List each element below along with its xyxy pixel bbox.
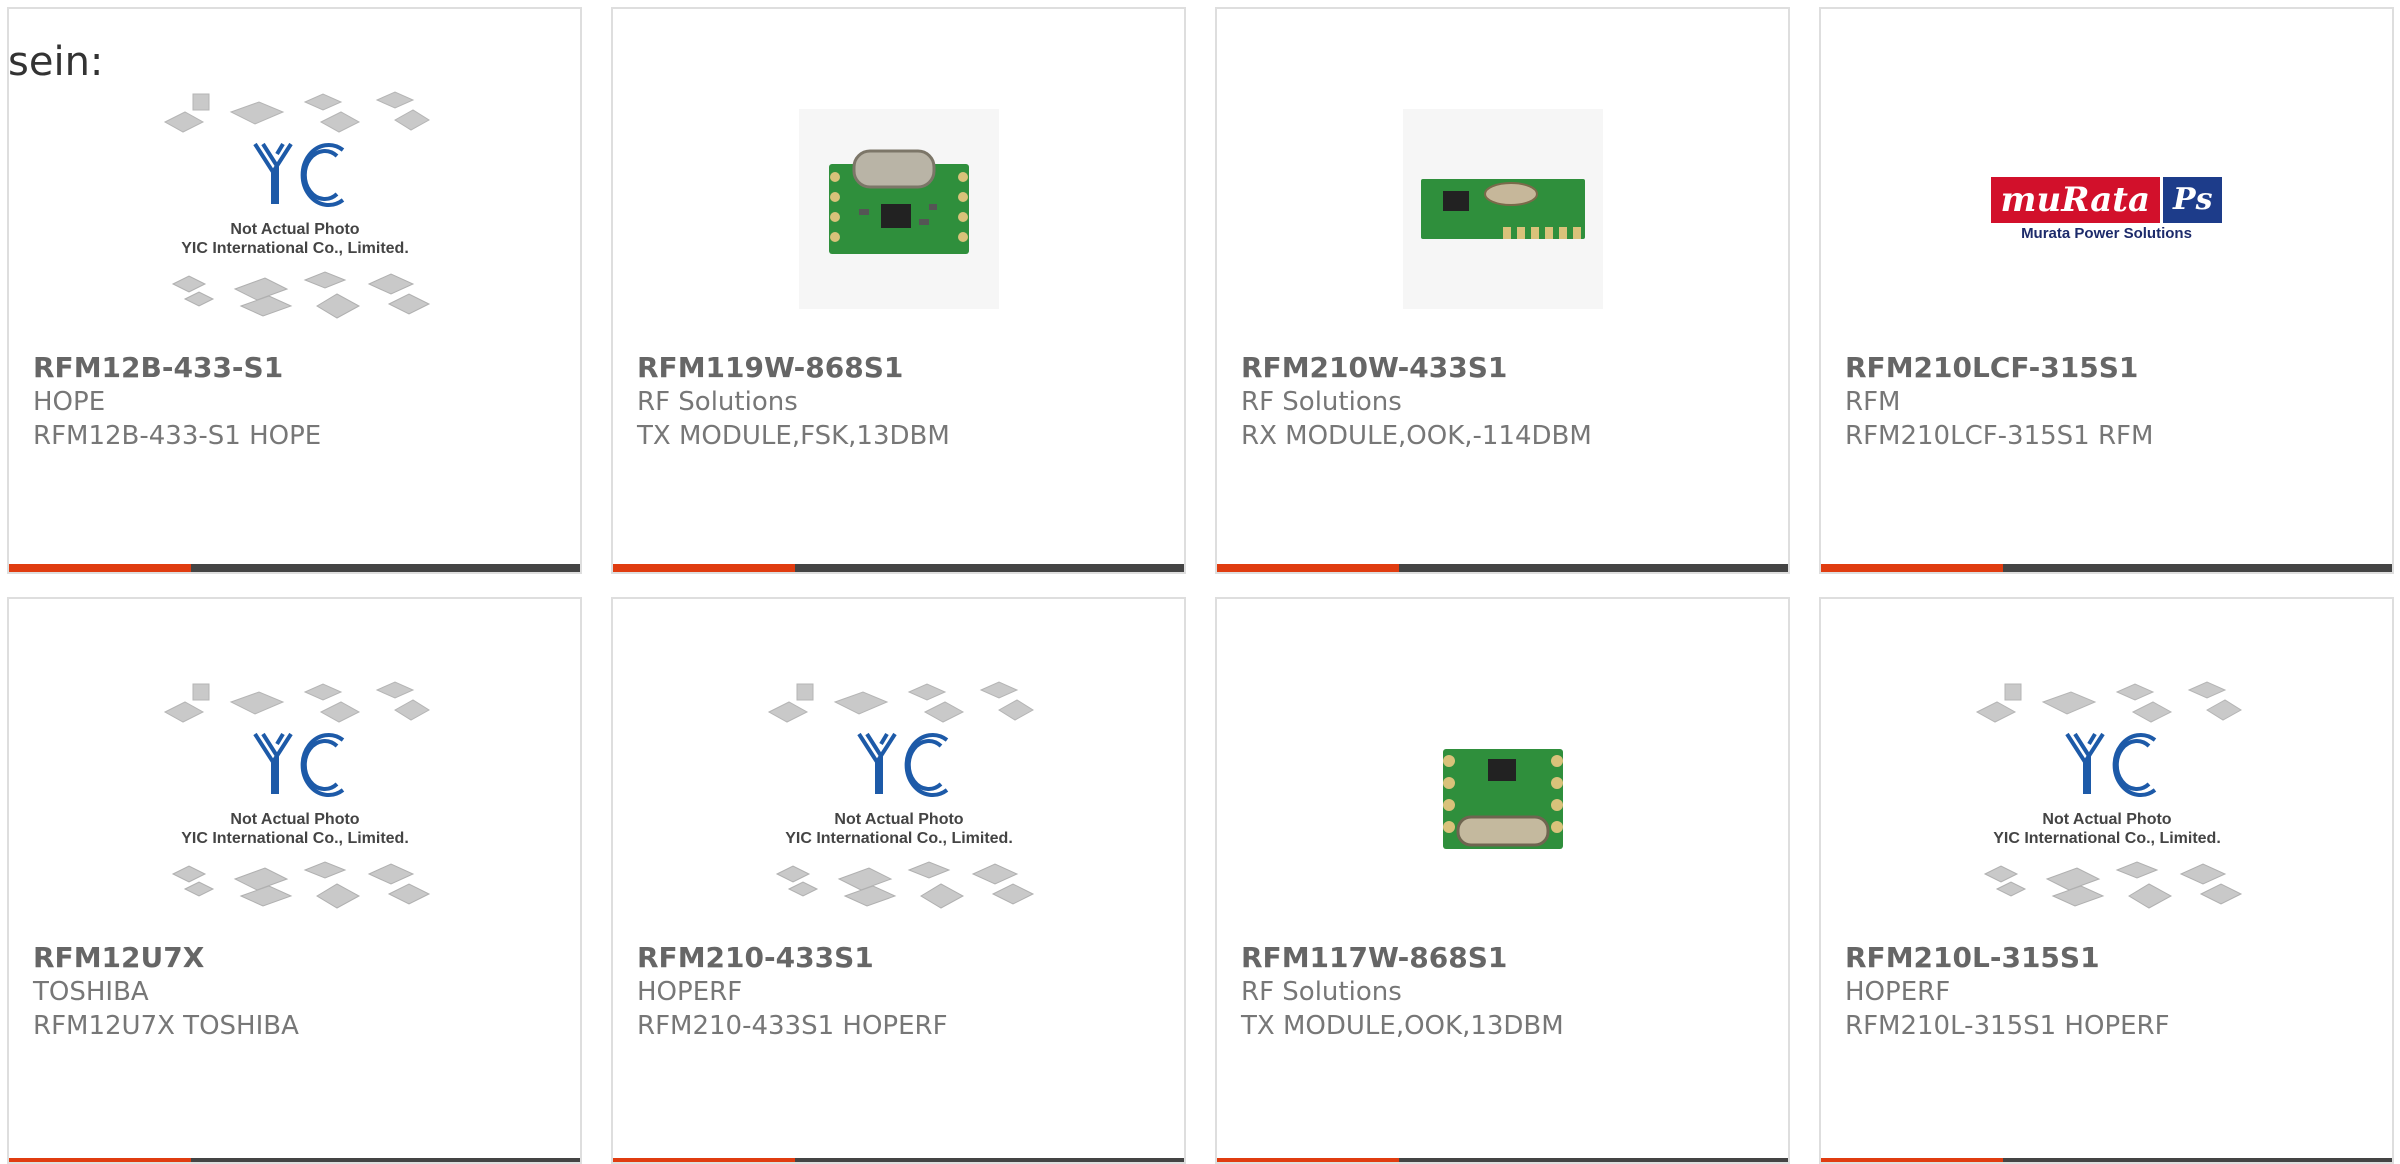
product-card[interactable]: Not Actual Photo YIC International Co., L… bbox=[7, 597, 582, 1164]
product-image-placeholder: Not Actual Photo YIC International Co., L… bbox=[1821, 659, 2392, 939]
product-manufacturer: RF Solutions bbox=[1241, 387, 1402, 417]
product-manufacturer: HOPERF bbox=[637, 977, 743, 1007]
pcb-module-icon bbox=[1402, 699, 1603, 899]
card-footer-bar bbox=[1821, 1158, 2392, 1162]
product-image bbox=[613, 69, 1184, 349]
card-accent bbox=[1821, 1158, 2003, 1162]
card-accent bbox=[613, 1158, 795, 1162]
pcb-module-icon bbox=[798, 109, 999, 309]
card-accent bbox=[1217, 1158, 1399, 1162]
product-part-number[interactable]: RFM119W-868S1 bbox=[637, 351, 1164, 385]
manufacturer-logo: muRata Ps Murata Power Solutions bbox=[1821, 69, 2392, 349]
product-part-number[interactable]: RFM12U7X bbox=[33, 941, 560, 975]
product-part-number[interactable]: RFM117W-868S1 bbox=[1241, 941, 1768, 975]
product-description: RFM210LCF-315S1 RFM bbox=[1845, 421, 2154, 451]
product-description: RFM12B-433-S1 HOPE bbox=[33, 421, 322, 451]
product-card[interactable]: Not Actual Photo YIC International Co., L… bbox=[1819, 597, 2394, 1164]
product-manufacturer: RF Solutions bbox=[637, 387, 798, 417]
yic-placeholder-icon: Not Actual Photo YIC International Co., L… bbox=[767, 681, 1034, 909]
product-image-placeholder: Not Actual Photo YIC International Co., L… bbox=[613, 659, 1184, 939]
product-part-number[interactable]: RFM210-433S1 bbox=[637, 941, 1164, 975]
card-accent bbox=[1821, 564, 2003, 572]
product-part-number[interactable]: RFM210LCF-315S1 bbox=[1845, 351, 2372, 385]
product-image-placeholder: Not Actual Photo YIC International Co., L… bbox=[9, 659, 580, 939]
card-footer-bar bbox=[9, 1158, 580, 1162]
placeholder-line-1: Not Actual Photo bbox=[834, 811, 963, 828]
product-manufacturer: RF Solutions bbox=[1241, 977, 1402, 1007]
placeholder-line-2: YIC International Co., Limited. bbox=[181, 240, 409, 257]
product-image-placeholder: Not Actual Photo YIC International Co., L… bbox=[9, 69, 580, 349]
product-description: RFM12U7X TOSHIBA bbox=[33, 1011, 299, 1041]
placeholder-line-2: YIC International Co., Limited. bbox=[181, 830, 409, 847]
product-manufacturer: HOPE bbox=[33, 387, 106, 417]
placeholder-line-1: Not Actual Photo bbox=[230, 221, 359, 238]
card-footer-bar bbox=[9, 564, 580, 572]
product-part-number[interactable]: RFM12B-433-S1 bbox=[33, 351, 560, 385]
placeholder-line-2: YIC International Co., Limited. bbox=[1993, 830, 2221, 847]
card-footer-bar bbox=[1217, 564, 1788, 572]
card-footer-bar bbox=[1821, 564, 2392, 572]
product-card[interactable]: muRata Ps Murata Power Solutions RFM210L… bbox=[1819, 7, 2394, 574]
product-manufacturer: RFM bbox=[1845, 387, 1901, 417]
product-card[interactable]: RFM210W-433S1 RF Solutions RX MODULE,OOK… bbox=[1215, 7, 1790, 574]
product-part-number[interactable]: RFM210L-315S1 bbox=[1845, 941, 2372, 975]
product-image bbox=[1217, 69, 1788, 349]
card-accent bbox=[9, 564, 191, 572]
placeholder-line-1: Not Actual Photo bbox=[230, 811, 359, 828]
product-card[interactable]: RFM119W-868S1 RF Solutions TX MODULE,FSK… bbox=[611, 7, 1186, 574]
product-card[interactable]: Not Actual Photo YIC International Co., L… bbox=[7, 7, 582, 574]
yic-placeholder-icon: Not Actual Photo YIC International Co., L… bbox=[1975, 681, 2242, 909]
product-image bbox=[1217, 659, 1788, 939]
product-part-number[interactable]: RFM210W-433S1 bbox=[1241, 351, 1768, 385]
murata-badge: Ps bbox=[2163, 176, 2223, 223]
product-manufacturer: HOPERF bbox=[1845, 977, 1951, 1007]
card-accent bbox=[1217, 564, 1399, 572]
card-accent bbox=[613, 564, 795, 572]
card-footer-bar bbox=[613, 564, 1184, 572]
product-card[interactable]: RFM117W-868S1 RF Solutions TX MODULE,OOK… bbox=[1215, 597, 1790, 1164]
product-card[interactable]: Not Actual Photo YIC International Co., L… bbox=[611, 597, 1186, 1164]
page-intro-text: sein: bbox=[8, 39, 104, 85]
product-description: TX MODULE,OOK,13DBM bbox=[1241, 1011, 1564, 1041]
product-description: RFM210L-315S1 HOPERF bbox=[1845, 1011, 2170, 1041]
product-description: TX MODULE,FSK,13DBM bbox=[637, 421, 950, 451]
yic-placeholder-icon: Not Actual Photo YIC International Co., L… bbox=[163, 681, 430, 909]
placeholder-line-2: YIC International Co., Limited. bbox=[785, 830, 1013, 847]
pcb-module-icon bbox=[1402, 109, 1603, 309]
murata-subtitle: Murata Power Solutions bbox=[2021, 224, 2192, 242]
murata-logo-text: muRata bbox=[1990, 176, 2161, 223]
card-footer-bar bbox=[1217, 1158, 1788, 1162]
product-manufacturer: TOSHIBA bbox=[33, 977, 149, 1007]
card-footer-bar bbox=[613, 1158, 1184, 1162]
product-description: RFM210-433S1 HOPERF bbox=[637, 1011, 948, 1041]
product-description: RX MODULE,OOK,-114DBM bbox=[1241, 421, 1592, 451]
placeholder-line-1: Not Actual Photo bbox=[2042, 811, 2171, 828]
yic-placeholder-icon: Not Actual Photo YIC International Co., L… bbox=[163, 91, 430, 319]
card-accent bbox=[9, 1158, 191, 1162]
